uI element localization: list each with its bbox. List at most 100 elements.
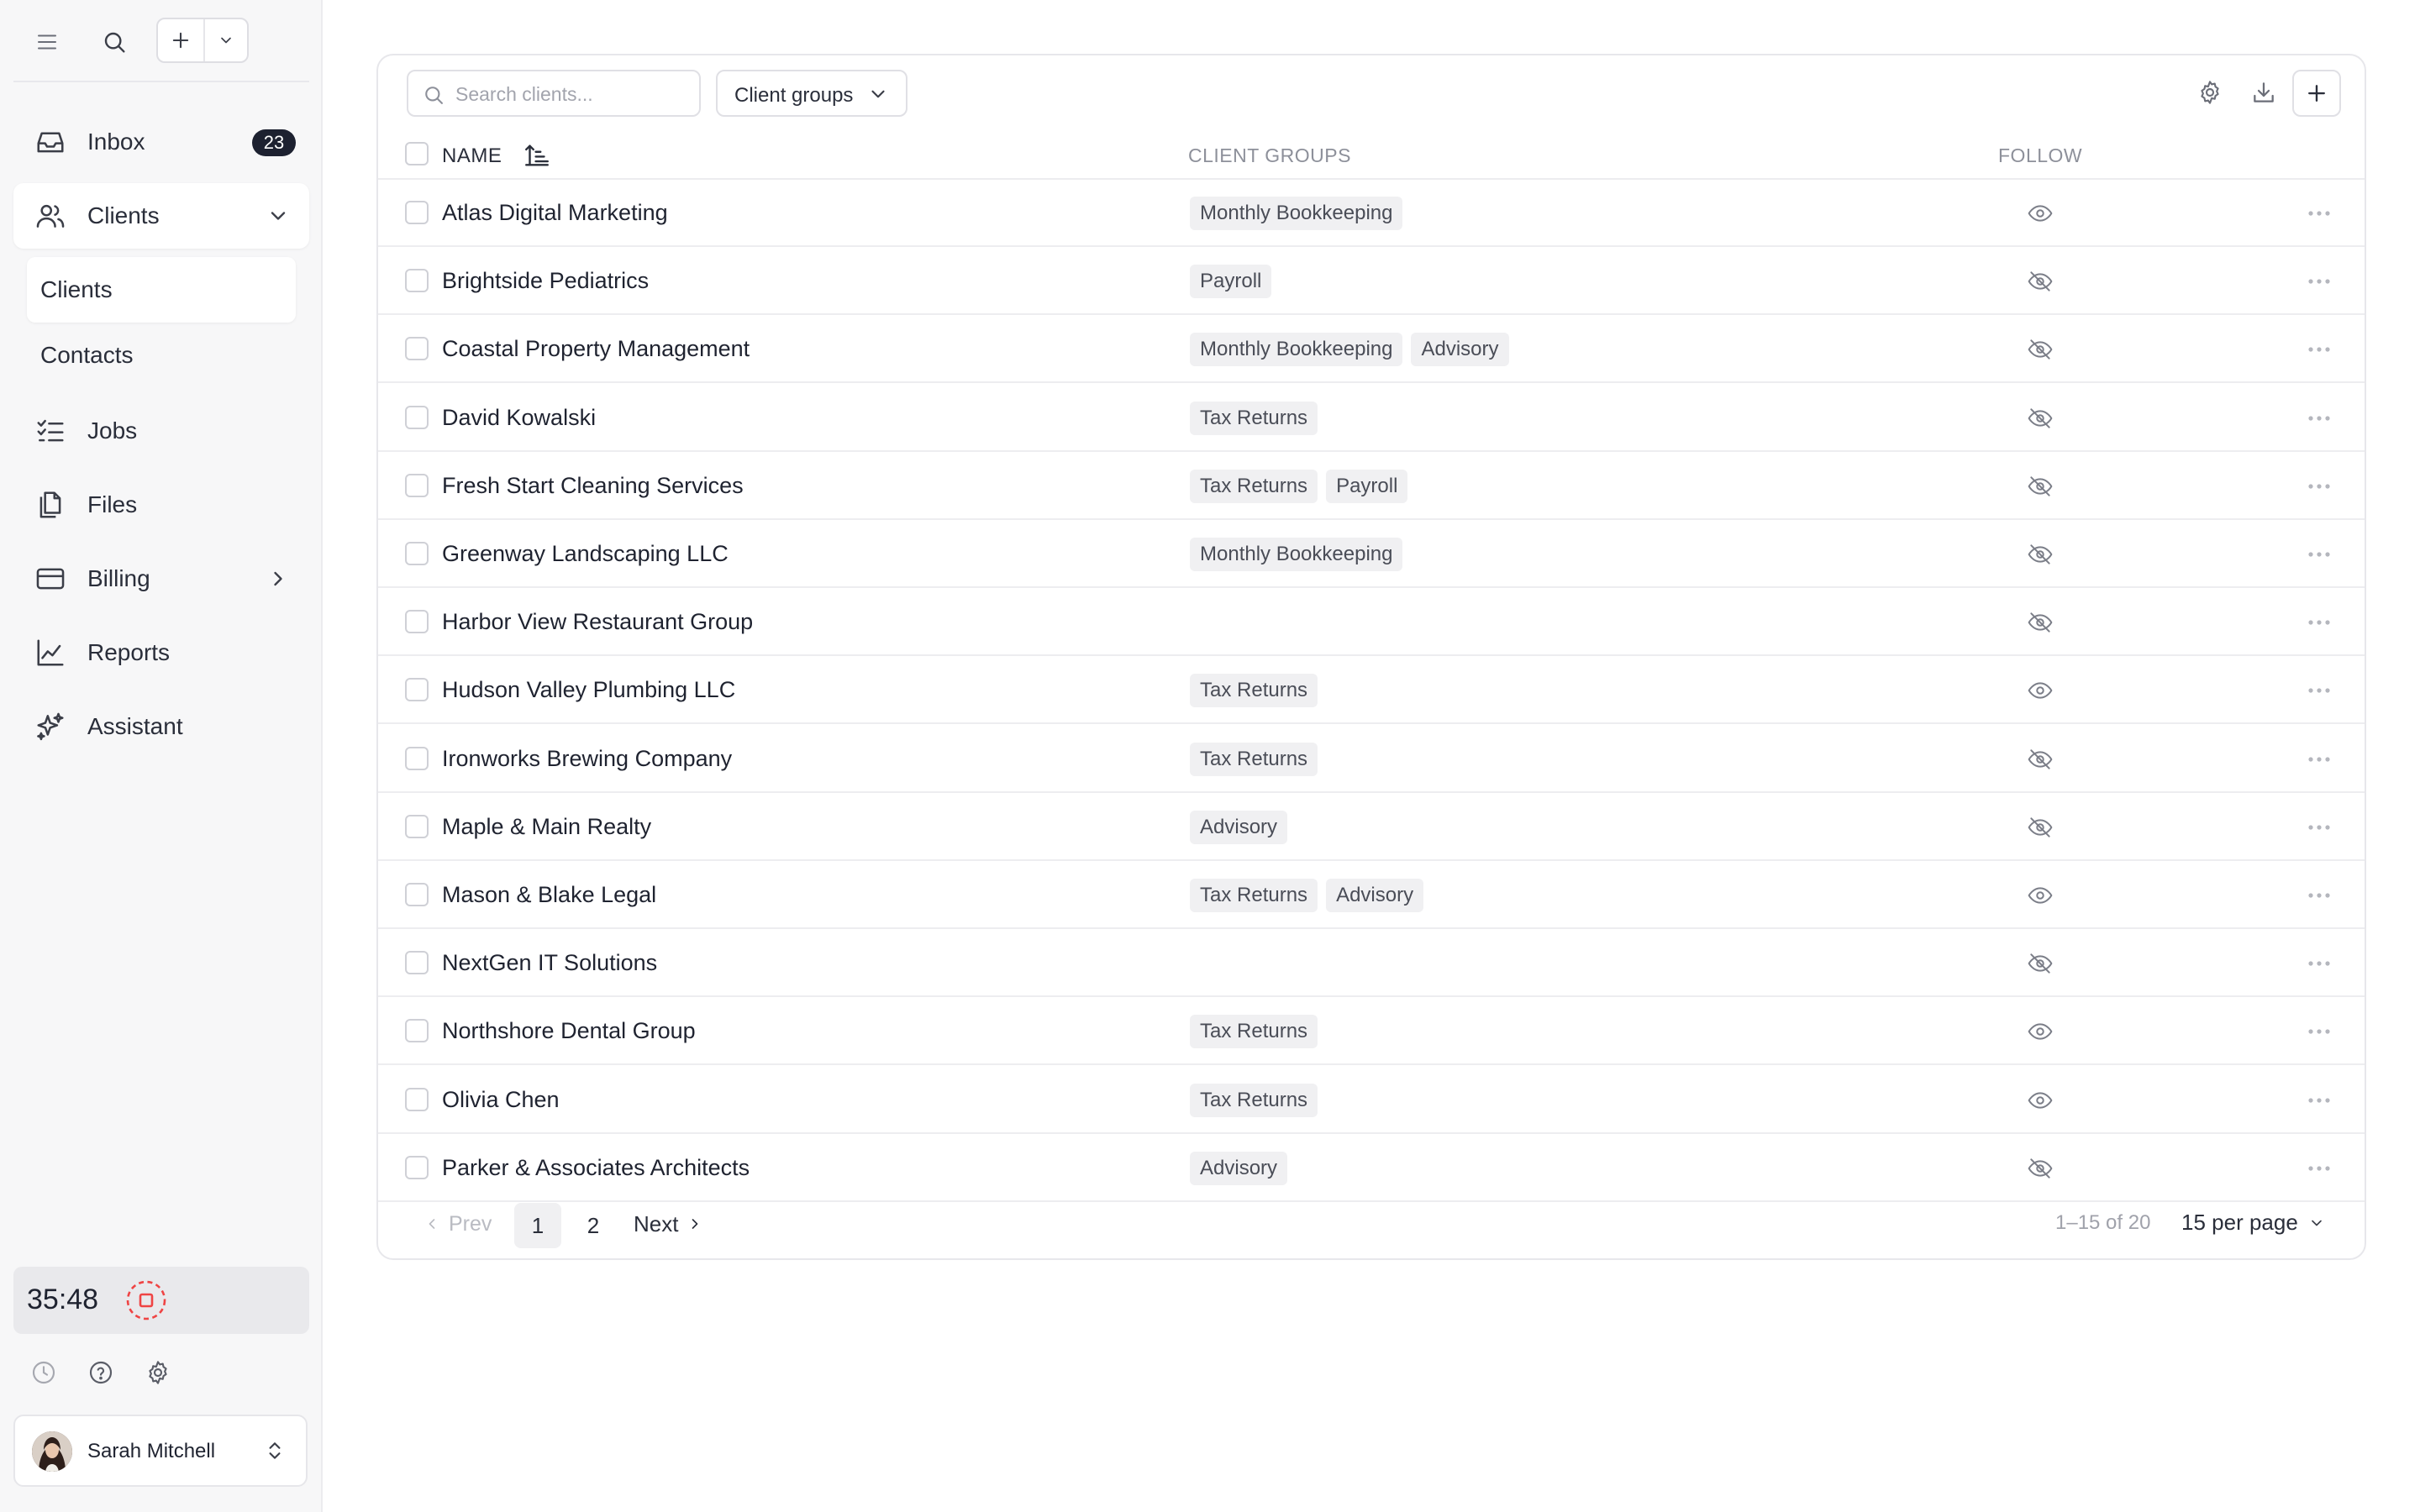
client-name[interactable]: David Kowalski	[442, 405, 596, 431]
row-checkbox[interactable]	[405, 883, 429, 906]
table-row[interactable]: Hudson Valley Plumbing LLC Tax Returns	[378, 657, 2365, 725]
more-options-icon[interactable]	[2302, 811, 2336, 844]
more-options-icon[interactable]	[2302, 947, 2336, 980]
eye-icon[interactable]	[2023, 197, 2057, 230]
row-checkbox[interactable]	[405, 610, 429, 634]
more-options-icon[interactable]	[2302, 333, 2336, 366]
row-checkbox[interactable]	[405, 542, 429, 565]
next-page-button[interactable]: Next	[634, 1211, 703, 1236]
row-checkbox[interactable]	[405, 951, 429, 975]
sidebar-subitem-clients[interactable]: Clients	[27, 257, 296, 323]
client-name[interactable]: Atlas Digital Marketing	[442, 200, 668, 226]
eye-off-icon[interactable]	[2023, 743, 2057, 776]
table-row[interactable]: Brightside Pediatrics Payroll	[378, 248, 2365, 316]
chevron-down-icon[interactable]	[264, 202, 292, 230]
client-name[interactable]: Maple & Main Realty	[442, 814, 651, 840]
eye-icon[interactable]	[2023, 1015, 2057, 1048]
table-row[interactable]: Fresh Start Cleaning Services Tax Returns…	[378, 453, 2365, 520]
row-checkbox[interactable]	[405, 269, 429, 293]
stop-recording-icon[interactable]	[124, 1278, 168, 1322]
more-options-icon[interactable]	[2302, 265, 2336, 298]
table-row[interactable]: Maple & Main Realty Advisory	[378, 794, 2365, 861]
eye-off-icon[interactable]	[2023, 265, 2057, 298]
download-icon[interactable]	[2244, 72, 2284, 113]
row-checkbox[interactable]	[405, 201, 429, 224]
table-row[interactable]: Olivia Chen Tax Returns	[378, 1067, 2365, 1134]
table-row[interactable]: Coastal Property Management Monthly Bookk…	[378, 316, 2365, 384]
eye-off-icon[interactable]	[2023, 402, 2057, 435]
table-row[interactable]: Harbor View Restaurant Group	[378, 589, 2365, 657]
gear-icon[interactable]	[2190, 72, 2230, 113]
eye-off-icon[interactable]	[2023, 538, 2057, 571]
row-checkbox[interactable]	[405, 405, 429, 429]
history-icon[interactable]	[27, 1356, 60, 1389]
client-name[interactable]: Mason & Blake Legal	[442, 882, 656, 908]
row-checkbox[interactable]	[405, 746, 429, 770]
more-options-icon[interactable]	[2302, 1152, 2336, 1185]
client-name[interactable]: Ironworks Brewing Company	[442, 746, 732, 772]
eye-off-icon[interactable]	[2023, 811, 2057, 844]
page-button-2[interactable]: 2	[570, 1203, 617, 1248]
sort-ascending-icon[interactable]	[523, 141, 551, 170]
row-checkbox[interactable]	[405, 678, 429, 702]
plus-icon[interactable]	[158, 19, 205, 61]
more-options-icon[interactable]	[2302, 402, 2336, 435]
row-checkbox[interactable]	[405, 1019, 429, 1043]
add-client-button[interactable]	[2292, 70, 2341, 117]
per-page-select[interactable]: 15 per page	[2181, 1210, 2325, 1236]
more-options-icon[interactable]	[2302, 606, 2336, 639]
more-options-icon[interactable]	[2302, 1015, 2336, 1048]
column-header-name[interactable]: NAME	[442, 144, 502, 168]
client-name[interactable]: Harbor View Restaurant Group	[442, 609, 753, 635]
help-icon[interactable]	[84, 1356, 118, 1389]
eye-off-icon[interactable]	[2023, 1152, 2057, 1185]
chevron-down-icon[interactable]	[205, 19, 247, 61]
sidebar-item-reports[interactable]: Reports	[13, 620, 309, 685]
eye-off-icon[interactable]	[2023, 333, 2057, 366]
user-menu[interactable]: Sarah Mitchell	[13, 1415, 308, 1487]
table-row[interactable]: Northshore Dental Group Tax Returns	[378, 998, 2365, 1066]
more-options-icon[interactable]	[2302, 743, 2336, 776]
client-name[interactable]: Northshore Dental Group	[442, 1018, 696, 1044]
menu-icon[interactable]	[30, 25, 64, 59]
sidebar-item-clients[interactable]: Clients	[13, 183, 309, 249]
client-name[interactable]: Hudson Valley Plumbing LLC	[442, 677, 735, 703]
row-checkbox[interactable]	[405, 814, 429, 838]
table-row[interactable]: Greenway Landscaping LLC Monthly Bookkeep…	[378, 521, 2365, 588]
sidebar-subitem-contacts[interactable]: Contacts	[27, 323, 296, 388]
client-name[interactable]: Parker & Associates Architects	[442, 1155, 750, 1181]
client-groups-filter-button[interactable]: Client groups	[716, 70, 908, 117]
table-row[interactable]: David Kowalski Tax Returns	[378, 385, 2365, 452]
eye-off-icon[interactable]	[2023, 947, 2057, 980]
table-row[interactable]: NextGen IT Solutions	[378, 930, 2365, 998]
sidebar-item-jobs[interactable]: Jobs	[13, 398, 309, 464]
eye-icon[interactable]	[2023, 1084, 2057, 1117]
prev-page-button[interactable]: Prev	[424, 1211, 492, 1236]
table-row[interactable]: Mason & Blake Legal Tax Returns Advisory	[378, 862, 2365, 929]
more-options-icon[interactable]	[2302, 674, 2336, 707]
table-row[interactable]: Ironworks Brewing Company Tax Returns	[378, 726, 2365, 793]
more-options-icon[interactable]	[2302, 197, 2336, 230]
row-checkbox[interactable]	[405, 337, 429, 361]
sidebar-item-files[interactable]: Files	[13, 472, 309, 538]
search-icon[interactable]	[96, 24, 133, 60]
more-options-icon[interactable]	[2302, 1084, 2336, 1117]
eye-off-icon[interactable]	[2023, 606, 2057, 639]
client-name[interactable]: NextGen IT Solutions	[442, 950, 657, 976]
eye-off-icon[interactable]	[2023, 470, 2057, 503]
sidebar-item-inbox[interactable]: Inbox 23	[13, 109, 309, 175]
chevron-right-icon[interactable]	[264, 564, 292, 593]
search-input[interactable]	[455, 78, 691, 110]
sidebar-item-billing[interactable]: Billing	[13, 546, 309, 612]
eye-icon[interactable]	[2023, 674, 2057, 707]
select-all-checkbox[interactable]	[405, 142, 429, 165]
table-row[interactable]: Atlas Digital Marketing Monthly Bookkeepi…	[378, 180, 2365, 247]
more-options-icon[interactable]	[2302, 879, 2336, 912]
client-name[interactable]: Greenway Landscaping LLC	[442, 541, 729, 567]
row-checkbox[interactable]	[405, 1155, 429, 1179]
client-name[interactable]: Olivia Chen	[442, 1087, 560, 1113]
more-options-icon[interactable]	[2302, 470, 2336, 503]
settings-icon[interactable]	[141, 1356, 175, 1389]
row-checkbox[interactable]	[405, 473, 429, 497]
client-name[interactable]: Brightside Pediatrics	[442, 268, 649, 294]
